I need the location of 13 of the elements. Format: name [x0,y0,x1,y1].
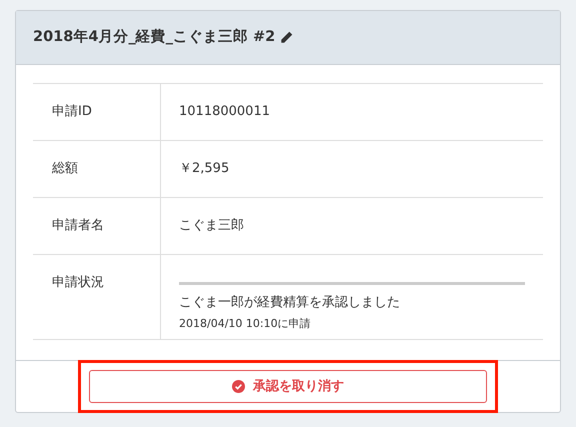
field-value: 10118000011 [179,104,270,119]
status-message: こぐま一郎が経費精算を承認しました [179,294,401,312]
pencil-icon[interactable] [280,31,294,44]
field-label: 総額 [52,161,78,176]
card-title: 2018年4月分_経費_こぐま三郎 #2 [33,27,276,47]
field-label: 申請ID [52,104,92,119]
field-label: 申請状況 [52,275,104,290]
field-label: 申請者名 [52,218,104,233]
field-value: こぐま三郎 [179,218,244,233]
cancel-approval-button[interactable]: 承認を取り消す [89,370,487,403]
field-value: ￥2,595 [179,161,230,176]
check-circle-icon [232,380,245,393]
status-timestamp: 2018/04/10 10:10に申請 [179,316,312,332]
